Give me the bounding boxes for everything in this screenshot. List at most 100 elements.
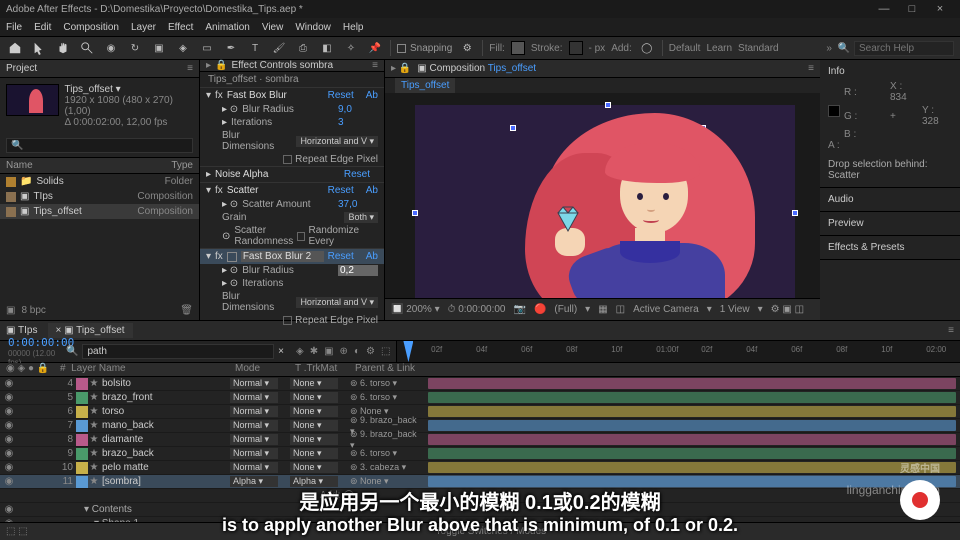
menu-layer[interactable]: Layer bbox=[131, 22, 156, 33]
pan-behind-tool-icon[interactable]: ◈ bbox=[174, 39, 192, 57]
layer-row[interactable]: ◉ 10★ pelo matte Normal ▾ None ▾ ⊚ 3. ca… bbox=[0, 461, 960, 475]
grain-dropdown[interactable]: Both ▾ bbox=[344, 212, 378, 223]
reset-link[interactable]: Reset bbox=[328, 90, 354, 101]
search-help-input[interactable] bbox=[854, 41, 954, 56]
menu-file[interactable]: File bbox=[6, 22, 22, 33]
project-tab[interactable]: Project bbox=[6, 63, 37, 74]
snap-opt-icon[interactable]: ⚙ bbox=[458, 39, 476, 57]
project-row-solids[interactable]: 📁SolidsFolder bbox=[0, 174, 199, 189]
pen-tool-icon[interactable]: ✒ bbox=[222, 39, 240, 57]
fill-swatch[interactable] bbox=[511, 41, 525, 55]
menu-window[interactable]: Window bbox=[295, 22, 331, 33]
stroke-px[interactable]: - px bbox=[589, 43, 606, 54]
channel-icon[interactable]: 🔴 bbox=[534, 304, 546, 315]
mask-icon[interactable]: ◫ bbox=[616, 304, 625, 315]
time-display[interactable]: ⏱ 0:00:00:00 bbox=[448, 304, 506, 315]
preview-panel-tab[interactable]: Preview bbox=[820, 212, 960, 236]
project-row-tips[interactable]: ▣TIpsComposition bbox=[0, 189, 199, 204]
toggle-switches[interactable]: Toggle Switches / Modes bbox=[436, 526, 547, 537]
camera-dropdown[interactable]: Active Camera bbox=[633, 304, 699, 315]
blur-dim-dropdown[interactable]: Horizontal and V ▾ bbox=[296, 136, 378, 147]
fx-title-fastboxblur2[interactable]: ▾fxFast Box Blur 2ResetAb bbox=[200, 249, 384, 264]
puppet-tool-icon[interactable]: 📌 bbox=[366, 39, 384, 57]
iterations-value[interactable]: 3 bbox=[338, 117, 378, 128]
snapping-toggle[interactable]: Snapping bbox=[397, 43, 452, 54]
scatter-amount-value[interactable]: 37,0 bbox=[338, 199, 378, 210]
layer-row[interactable]: ◉ 11★ [sombra] Alpha ▾ Alpha ▾ ⊚ None ▾ bbox=[0, 475, 960, 489]
audio-panel-tab[interactable]: Audio bbox=[820, 188, 960, 212]
timeline-tab-tips[interactable]: ▣ TIps bbox=[6, 325, 38, 336]
eraser-tool-icon[interactable]: ◧ bbox=[318, 39, 336, 57]
bpc-label[interactable]: 8 bpc bbox=[21, 305, 45, 316]
blur-radius-value[interactable]: 9,0 bbox=[338, 104, 378, 115]
col-name[interactable]: Name bbox=[6, 160, 171, 171]
text-tool-icon[interactable]: T bbox=[246, 39, 264, 57]
view-dropdown[interactable]: 1 View bbox=[720, 304, 750, 315]
maximize-button[interactable]: □ bbox=[898, 3, 926, 15]
roto-tool-icon[interactable]: ✧ bbox=[342, 39, 360, 57]
snapshot-icon[interactable]: 📷 bbox=[513, 304, 525, 315]
repeat-edge2-checkbox[interactable]: Repeat Edge Pixel bbox=[283, 315, 378, 326]
menu-effect[interactable]: Effect bbox=[168, 22, 193, 33]
workspace-default[interactable]: Default bbox=[669, 43, 701, 54]
tl-icon[interactable]: ⚙ bbox=[366, 346, 375, 357]
orbit-tool-icon[interactable]: ◉ bbox=[102, 39, 120, 57]
timeline-search-input[interactable] bbox=[82, 344, 274, 359]
effects-presets-panel-tab[interactable]: Effects & Presets bbox=[820, 236, 960, 260]
viewer-crumb[interactable]: Tips_offset bbox=[395, 78, 455, 93]
lock-icon[interactable]: 🔒 bbox=[215, 60, 227, 71]
home-icon[interactable] bbox=[6, 39, 24, 57]
record-button[interactable] bbox=[900, 480, 940, 520]
project-search-input[interactable] bbox=[6, 138, 193, 153]
res-dropdown[interactable]: (Full) bbox=[554, 304, 577, 315]
camera-tool-icon[interactable]: ▣ bbox=[150, 39, 168, 57]
project-thumb[interactable] bbox=[6, 84, 59, 116]
effect-controls-tab[interactable]: Effect Controls sombra bbox=[231, 60, 333, 71]
tl-icon[interactable]: ◐ bbox=[354, 346, 360, 357]
stroke-swatch[interactable] bbox=[569, 41, 583, 55]
repeat-edge-checkbox[interactable]: Repeat Edge Pixel bbox=[283, 154, 378, 165]
project-row-tips-offset[interactable]: ▣Tips_offsetComposition bbox=[0, 204, 199, 219]
workspace-standard[interactable]: Standard bbox=[738, 43, 779, 54]
zoom-dropdown[interactable]: 🔲 200% ▾ bbox=[391, 304, 440, 315]
randomize-checkbox[interactable]: Randomize Every bbox=[297, 225, 378, 247]
clear-search-icon[interactable]: × bbox=[278, 346, 284, 357]
blur-radius2-value[interactable]: 0,2 bbox=[338, 265, 378, 276]
rotate-tool-icon[interactable]: ↻ bbox=[126, 39, 144, 57]
layer-row[interactable]: ◉ 5★ brazo_front Normal ▾ None ▾ ⊚ 6. to… bbox=[0, 391, 960, 405]
menu-composition[interactable]: Composition bbox=[63, 22, 119, 33]
menu-animation[interactable]: Animation bbox=[205, 22, 249, 33]
timecode[interactable]: 0:00:00:00 bbox=[0, 336, 60, 349]
col-type[interactable]: Type bbox=[171, 160, 193, 171]
selection-tool-icon[interactable] bbox=[30, 39, 48, 57]
menu-help[interactable]: Help bbox=[343, 22, 364, 33]
grid-icon[interactable]: ▦ bbox=[598, 304, 607, 315]
viewer-opts-icon[interactable]: ⚙ ▣ ◫ bbox=[771, 304, 804, 315]
blur-dim2-dropdown[interactable]: Horizontal and V ▾ bbox=[296, 297, 378, 308]
fx-title-scatter[interactable]: ▾fxScatterResetAb bbox=[200, 183, 384, 198]
brush-tool-icon[interactable]: 🖌 bbox=[270, 39, 288, 57]
tl-icon[interactable]: ▣ bbox=[324, 346, 333, 357]
panel-menu-icon[interactable]: ≡ bbox=[948, 325, 954, 336]
panel-menu-icon[interactable]: ≡ bbox=[808, 63, 814, 74]
layer-row[interactable]: ◉ 7★ mano_back Normal ▾ None ▾ ⊚ 9. braz… bbox=[0, 419, 960, 433]
viewer-canvas[interactable] bbox=[385, 93, 820, 298]
viewer-tab[interactable]: ▣ Composition Tips_offset bbox=[417, 63, 536, 74]
playhead[interactable] bbox=[403, 341, 413, 362]
panel-menu-icon[interactable]: ≡ bbox=[372, 60, 378, 71]
menu-edit[interactable]: Edit bbox=[34, 22, 51, 33]
menu-view[interactable]: View bbox=[262, 22, 284, 33]
frame-blend-icon[interactable]: ⬚ ⬚ bbox=[6, 526, 28, 537]
layer-row[interactable]: ◉ 8★ diamante Normal ▾ None ▾ ⊚ 9. brazo… bbox=[0, 433, 960, 447]
clone-tool-icon[interactable]: ⎙ bbox=[294, 39, 312, 57]
panel-menu-icon[interactable]: ≡ bbox=[187, 63, 193, 74]
interpret-icon[interactable]: ▣ bbox=[6, 305, 15, 316]
tl-icon[interactable]: ✱ bbox=[310, 346, 318, 357]
layer-row[interactable]: ◉ 4★ bolsito Normal ▾ None ▾ ⊚ 6. torso … bbox=[0, 377, 960, 391]
tl-icon[interactable]: ⊕ bbox=[340, 346, 348, 357]
close-button[interactable]: × bbox=[926, 3, 954, 15]
layer-row[interactable]: ◉ 9★ brazo_back Normal ▾ None ▾ ⊚ 6. tor… bbox=[0, 447, 960, 461]
layer-sub-row[interactable]: ◉▾ Contents bbox=[0, 503, 960, 517]
minimize-button[interactable]: — bbox=[870, 3, 898, 15]
add-dropdown-icon[interactable]: ◯ bbox=[638, 39, 656, 57]
